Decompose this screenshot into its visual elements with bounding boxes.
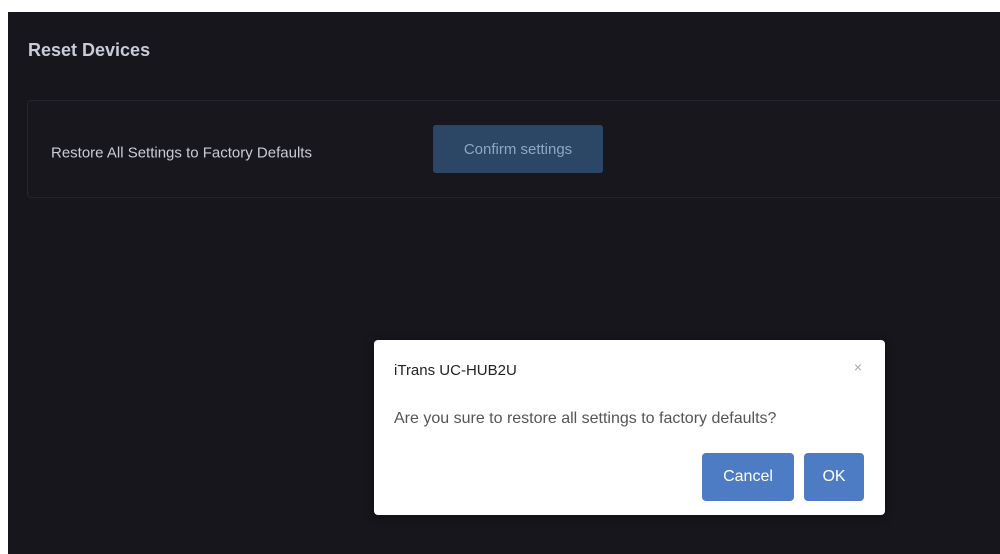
reset-settings-card: Restore All Settings to Factory Defaults… — [27, 100, 1000, 198]
app-window: Reset Devices Restore All Settings to Fa… — [8, 12, 1000, 554]
dialog-message: Are you sure to restore all settings to … — [394, 410, 777, 427]
restore-defaults-label: Restore All Settings to Factory Defaults — [51, 144, 312, 162]
cancel-button[interactable]: Cancel — [702, 453, 794, 501]
dialog-title: iTrans UC-HUB2U — [394, 362, 517, 379]
page-title: Reset Devices — [28, 40, 151, 60]
confirm-dialog: iTrans UC-HUB2U × Are you sure to restor… — [374, 340, 885, 515]
close-icon[interactable]: × — [849, 358, 867, 376]
ok-button[interactable]: OK — [804, 453, 864, 501]
confirm-settings-button[interactable]: Confirm settings — [433, 125, 603, 173]
